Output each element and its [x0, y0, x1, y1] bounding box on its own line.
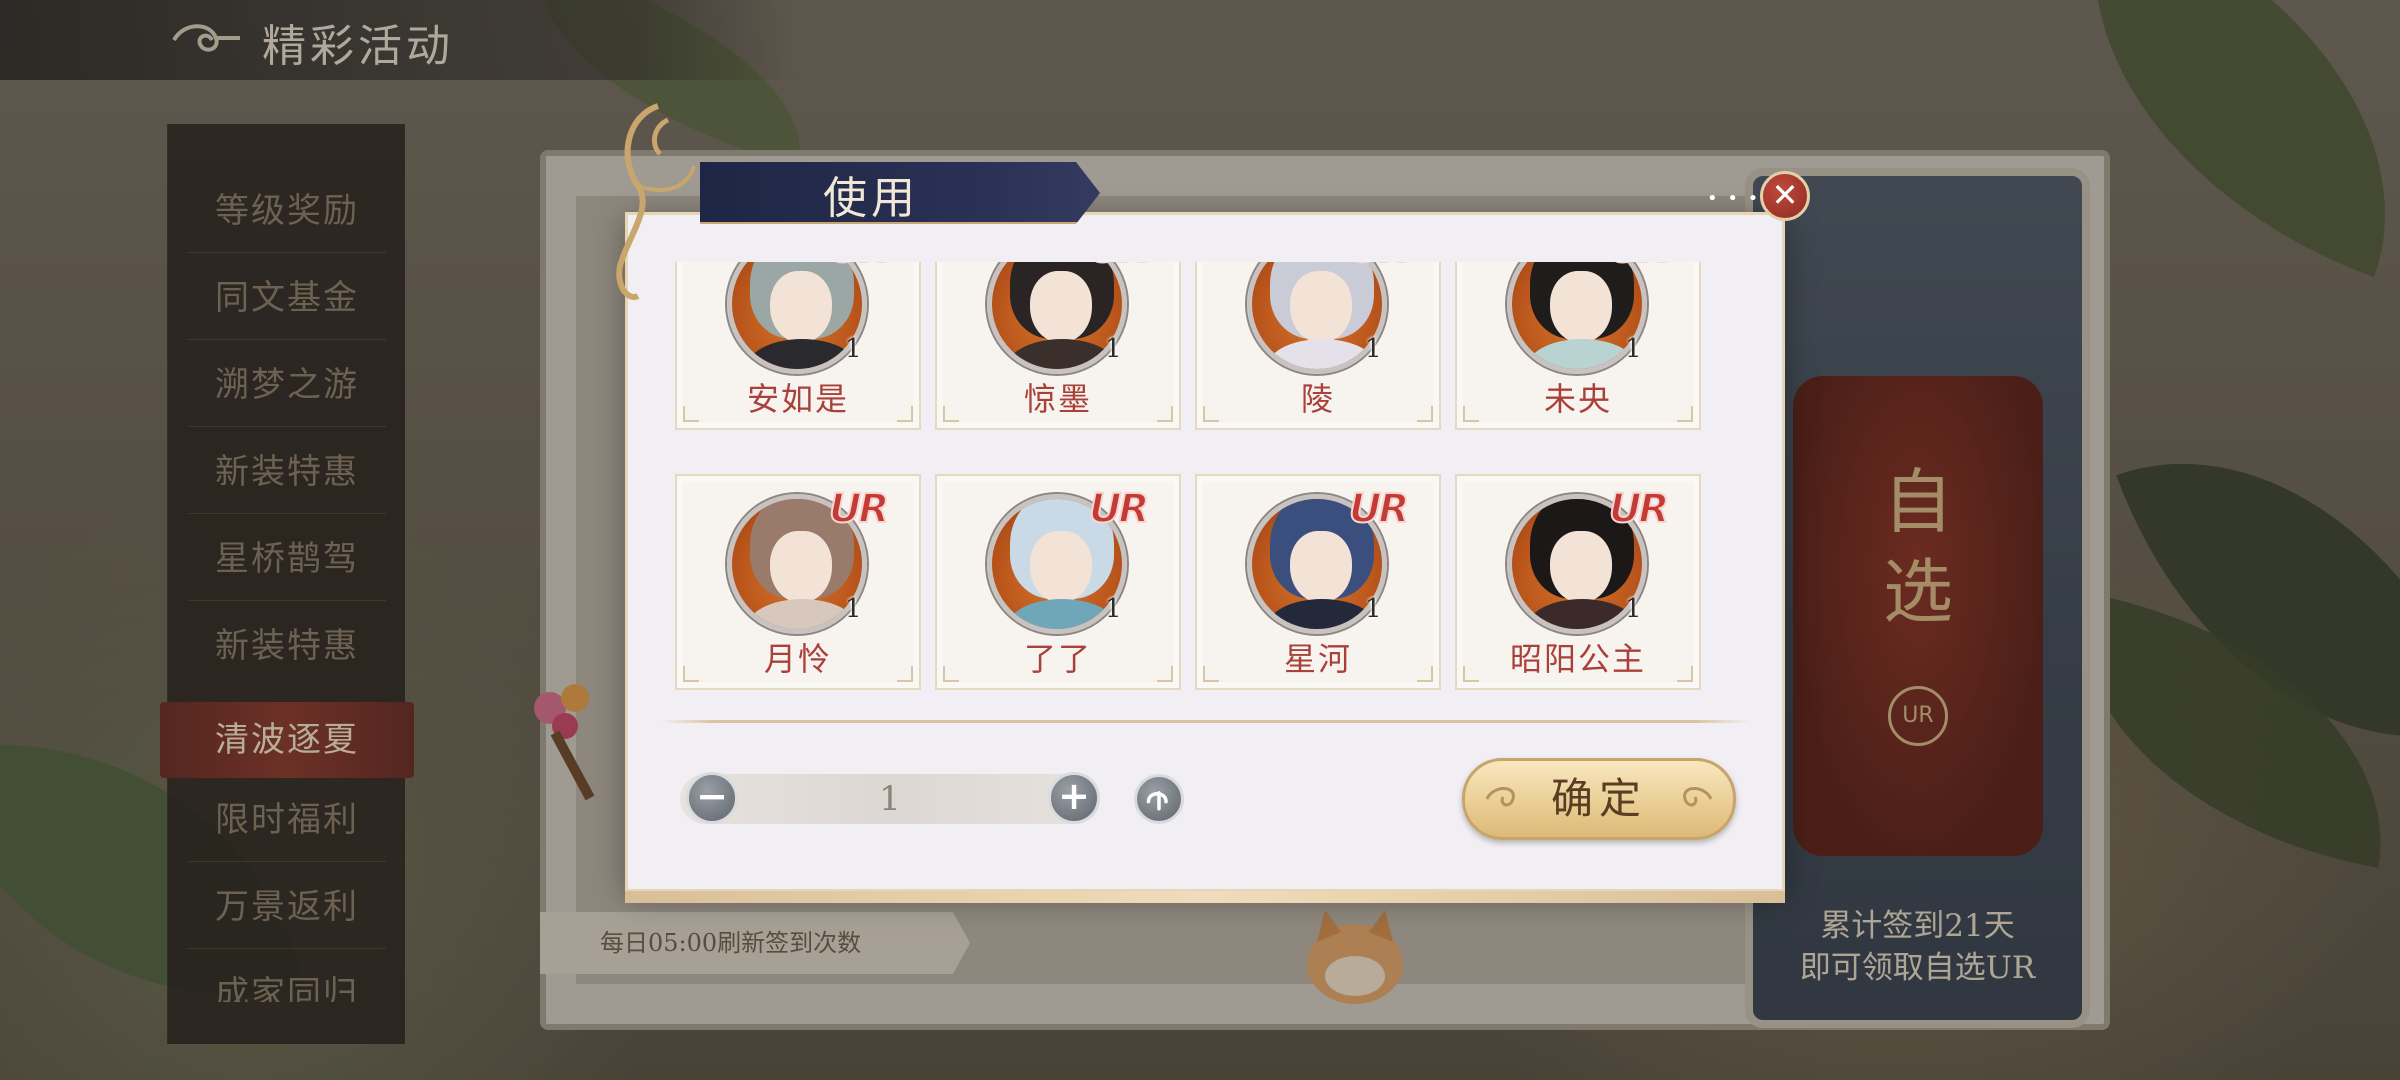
item-quantity: 1 — [1365, 594, 1382, 624]
character-grid[interactable]: UR1安如是UR1惊墨UR1陵UR1未央UR1月怜UR1了了UR1星河UR1昭阳… — [673, 262, 1707, 717]
portrait-outfit — [1266, 599, 1378, 629]
max-quantity-button[interactable] — [1134, 774, 1184, 824]
portrait-outfit — [1526, 339, 1638, 369]
character-card[interactable]: UR 1陵 — [1195, 262, 1441, 430]
character-name: 了了 — [1023, 640, 1092, 678]
minus-icon: − — [696, 774, 728, 818]
portrait-face — [1290, 531, 1352, 603]
character-name: 星河 — [1283, 640, 1352, 678]
character-card[interactable]: UR 1 星河 — [1195, 474, 1441, 690]
character-name: 月怜 — [763, 640, 832, 678]
portrait-outfit — [1006, 599, 1118, 629]
portrait-face — [770, 531, 832, 603]
character-card[interactable]: UR 1 未央 — [1455, 262, 1701, 430]
confirm-label: 确定 — [1550, 774, 1647, 823]
character-name: 陵 — [1300, 380, 1335, 418]
rarity-badge: UR — [828, 262, 890, 273]
item-quantity: 1 — [1105, 594, 1122, 624]
rarity-badge: UR — [1608, 262, 1670, 273]
quantity-input[interactable] — [830, 776, 950, 822]
increase-button[interactable]: + — [1048, 772, 1100, 824]
character-card[interactable]: UR 1 昭阳公主 — [1455, 474, 1701, 690]
character-name: 安如是 — [746, 380, 849, 418]
character-name: 惊墨 — [1023, 380, 1092, 418]
portrait-face — [1550, 271, 1612, 343]
item-quantity: 1 — [1625, 594, 1642, 624]
item-quantity: 1 — [845, 594, 862, 624]
item-quantity: 1 — [1365, 334, 1382, 364]
close-icon: ✕ — [1771, 176, 1799, 214]
portrait-outfit — [1006, 339, 1118, 369]
portrait-face — [770, 271, 832, 343]
decrease-button[interactable]: − — [686, 772, 738, 824]
rarity-badge: UR — [1348, 262, 1410, 273]
dialog-title: 使用 — [823, 173, 919, 224]
portrait-face — [1290, 271, 1352, 343]
item-quantity: 1 — [845, 334, 862, 364]
portrait-face — [1030, 271, 1092, 343]
confirm-button[interactable]: 确定 — [1462, 758, 1736, 840]
character-card[interactable]: UR 1 惊墨 — [935, 262, 1181, 430]
rarity-badge: UR — [1608, 485, 1670, 533]
character-card[interactable]: UR 1 了了 — [935, 474, 1181, 690]
rarity-badge: UR — [1088, 262, 1150, 273]
character-card[interactable]: UR 1 安如是 — [675, 262, 921, 430]
swirl-left-icon — [1485, 787, 1515, 807]
character-card[interactable]: UR 1 月怜 — [675, 474, 921, 690]
portrait-face — [1550, 531, 1612, 603]
max-arrow-icon — [1146, 791, 1168, 811]
plus-icon: + — [1058, 774, 1090, 818]
rarity-badge: UR — [828, 485, 890, 533]
portrait-outfit — [746, 599, 858, 629]
item-quantity: 1 — [1105, 334, 1122, 364]
close-button[interactable]: ✕ — [1760, 171, 1810, 221]
character-name: 未央 — [1543, 380, 1612, 418]
rarity-badge: UR — [1348, 485, 1410, 533]
portrait-face — [1030, 531, 1092, 603]
portrait-outfit — [1526, 599, 1638, 629]
grid-divider — [660, 720, 1750, 723]
item-quantity: 1 — [1625, 334, 1642, 364]
swirl-right-icon — [1683, 787, 1713, 807]
portrait-outfit — [1266, 339, 1378, 369]
rarity-badge: UR — [1088, 485, 1150, 533]
character-name: 昭阳公主 — [1509, 640, 1646, 678]
portrait-outfit — [746, 339, 858, 369]
